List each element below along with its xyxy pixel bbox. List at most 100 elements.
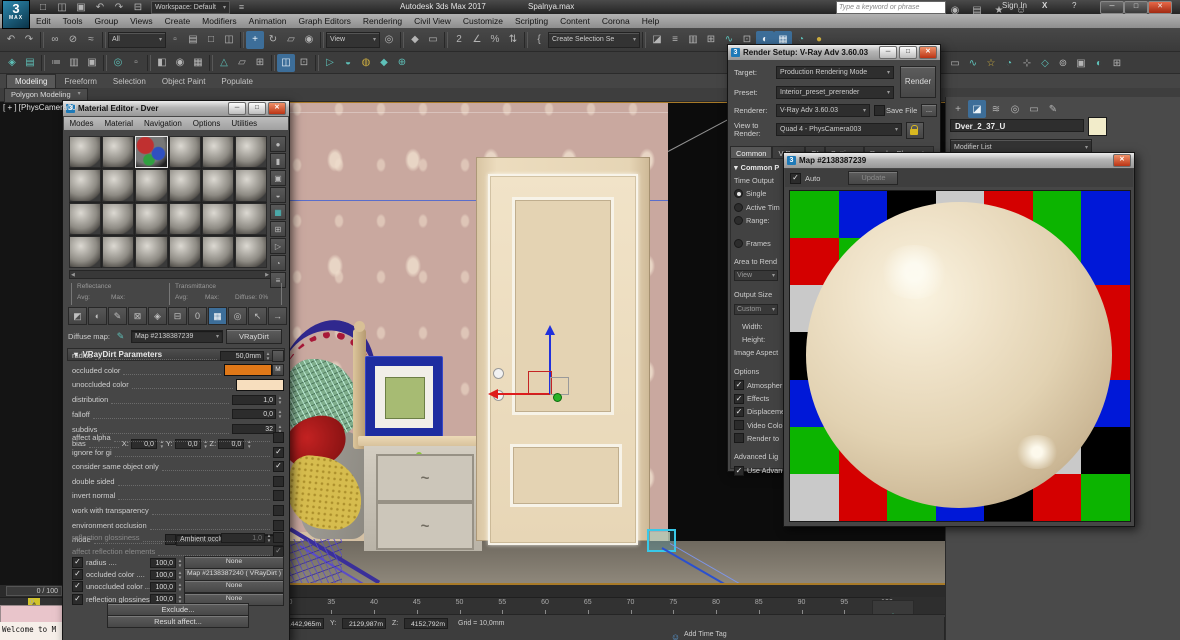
value-field[interactable]: 1,0: [221, 533, 265, 543]
material-swatch[interactable]: [69, 169, 101, 201]
ribbon-tab-object-paint[interactable]: Object Paint: [154, 75, 214, 88]
me-menu-options[interactable]: Options: [187, 119, 226, 128]
small-button[interactable]: [272, 350, 284, 362]
material-swatch[interactable]: [169, 136, 201, 168]
me-menu-material[interactable]: Material: [99, 119, 138, 128]
map-shortcut-button[interactable]: M: [272, 364, 284, 376]
layer-explorer-icon[interactable]: ▤: [21, 54, 39, 72]
material-swatch[interactable]: [235, 203, 267, 235]
xview-icon[interactable]: △: [215, 54, 233, 72]
mini-dropdown[interactable]: Custom▾: [734, 304, 778, 315]
material-swatch[interactable]: [235, 136, 267, 168]
material-swatch[interactable]: [135, 136, 167, 168]
submap-amount[interactable]: 100,0: [150, 582, 176, 592]
select-by-name-icon[interactable]: ▤: [184, 31, 202, 49]
submap-slot-button[interactable]: None: [184, 580, 284, 593]
material-options-icon[interactable]: ≡: [270, 272, 286, 288]
value-field[interactable]: 0,0: [232, 409, 276, 419]
material-swatch[interactable]: [135, 169, 167, 201]
render-button[interactable]: Render: [900, 66, 936, 98]
rs-item-common-p[interactable]: ▾Common P: [734, 163, 786, 172]
select-object-icon[interactable]: ▫: [166, 31, 184, 49]
system-icon[interactable]: ⊚: [1054, 54, 1072, 72]
assign-to-selection-icon[interactable]: ✎: [108, 307, 127, 325]
get-material-icon[interactable]: ◩: [68, 307, 87, 325]
menu-help[interactable]: Help: [636, 16, 665, 26]
spinner-arrows[interactable]: ▲▼: [265, 533, 273, 543]
material-swatch[interactable]: [235, 169, 267, 201]
select-manipulate-icon[interactable]: ◆: [406, 31, 424, 49]
target-dropdown[interactable]: Production Rendering Mode▾: [776, 66, 894, 79]
move-gizmo-center[interactable]: [553, 393, 562, 402]
color-swatch[interactable]: [236, 379, 284, 391]
submap-checkbox[interactable]: ✓: [72, 594, 83, 605]
scene-door[interactable]: [488, 174, 638, 545]
utility-2-icon[interactable]: ◐: [1090, 54, 1108, 72]
shading-toggle-icon[interactable]: ◉: [171, 54, 189, 72]
checkbox[interactable]: ✓: [734, 380, 744, 390]
light-icon[interactable]: ☆: [982, 54, 1000, 72]
material-swatch[interactable]: [202, 136, 234, 168]
search-community-icon[interactable]: ◉: [946, 1, 964, 19]
result-affect-button[interactable]: Result affect...: [107, 615, 249, 628]
object-name-field[interactable]: Dver_2_37_U: [950, 119, 1084, 132]
spinner-arrows[interactable]: ▲▼: [276, 409, 284, 419]
spinner-snap-icon[interactable]: ⇅: [504, 31, 522, 49]
submap-checkbox[interactable]: ✓: [72, 581, 83, 592]
close-icon[interactable]: ✕: [1113, 154, 1131, 167]
material-swatch[interactable]: [169, 236, 201, 268]
param-checkbox[interactable]: [273, 432, 284, 443]
menu-scripting[interactable]: Scripting: [509, 16, 554, 26]
material-swatch[interactable]: [102, 236, 134, 268]
add-time-tag[interactable]: Add Time Tag: [684, 631, 727, 638]
rs-item-single[interactable]: Single: [734, 189, 786, 198]
material-swatch[interactable]: [202, 169, 234, 201]
select-and-place-icon[interactable]: ◉: [300, 31, 318, 49]
menu-tools[interactable]: Tools: [57, 16, 89, 26]
prof-tools-3-icon[interactable]: ◍: [357, 54, 375, 72]
ribbon-tab-populate[interactable]: Populate: [213, 75, 261, 88]
feedback-icon[interactable]: ▤: [968, 1, 986, 19]
save-file-checkbox[interactable]: [874, 105, 885, 116]
viewport-lock-icon[interactable]: [906, 122, 924, 139]
param-checkbox[interactable]: ✓: [273, 447, 284, 458]
display-floater-icon[interactable]: ▥: [65, 54, 83, 72]
edit-named-selection-icon[interactable]: {: [530, 31, 548, 49]
update-button[interactable]: Update: [848, 171, 898, 185]
radio-button[interactable]: [734, 239, 743, 248]
utility-3-icon[interactable]: ⊞: [1108, 54, 1126, 72]
material-swatch[interactable]: [169, 203, 201, 235]
param-checkbox[interactable]: [273, 505, 284, 516]
maximize-icon[interactable]: □: [248, 102, 266, 115]
material-swatch[interactable]: [102, 169, 134, 201]
material-swatch[interactable]: [135, 203, 167, 235]
sample-sphere-icon[interactable]: ●: [270, 136, 286, 152]
menu-content[interactable]: Content: [554, 16, 596, 26]
menu-toggle-icon[interactable]: ≡: [234, 0, 249, 15]
scene-explorer-icon[interactable]: ◈: [3, 54, 21, 72]
help-icon[interactable]: ?: [1072, 1, 1076, 10]
select-and-move-icon[interactable]: +: [246, 31, 264, 49]
make-preview-icon[interactable]: ◔: [270, 255, 286, 271]
spinner-arrows[interactable]: ▲▼: [176, 570, 184, 580]
minimize-button[interactable]: ─: [1100, 1, 1124, 14]
make-unique-icon[interactable]: ◈: [148, 307, 167, 325]
show-grid-icon[interactable]: ⊞: [251, 54, 269, 72]
exchange-apps-icon[interactable]: X: [1042, 1, 1047, 10]
wireframe-toggle-icon[interactable]: ◧: [153, 54, 171, 72]
param-checkbox[interactable]: [273, 532, 284, 543]
rect-selection-region-icon[interactable]: □: [202, 31, 220, 49]
video-color-check-icon[interactable]: ▷: [270, 238, 286, 254]
spinner-arrows[interactable]: ▲▼: [276, 395, 284, 405]
map-window-titlebar[interactable]: 3 Map #2138387239 ✕: [784, 153, 1134, 168]
selection-lock-icon[interactable]: ▫: [127, 54, 145, 72]
submap-slot-button[interactable]: Map #2138387240 ( VRayDirt ): [184, 568, 284, 581]
ribbon-toggle-icon[interactable]: ⊞: [702, 31, 720, 49]
modify-tab-icon[interactable]: ◪: [968, 100, 986, 118]
view-to-render-dropdown[interactable]: Quad 4 - PhysCamera003▾: [776, 123, 902, 136]
material-swatch[interactable]: [69, 203, 101, 235]
select-and-link-icon[interactable]: ∞: [46, 31, 64, 49]
move-gizmo-plane-handle[interactable]: [528, 371, 552, 395]
user-avatar-icon[interactable]: ☺: [1012, 1, 1030, 19]
align-icon[interactable]: ≡: [666, 31, 684, 49]
